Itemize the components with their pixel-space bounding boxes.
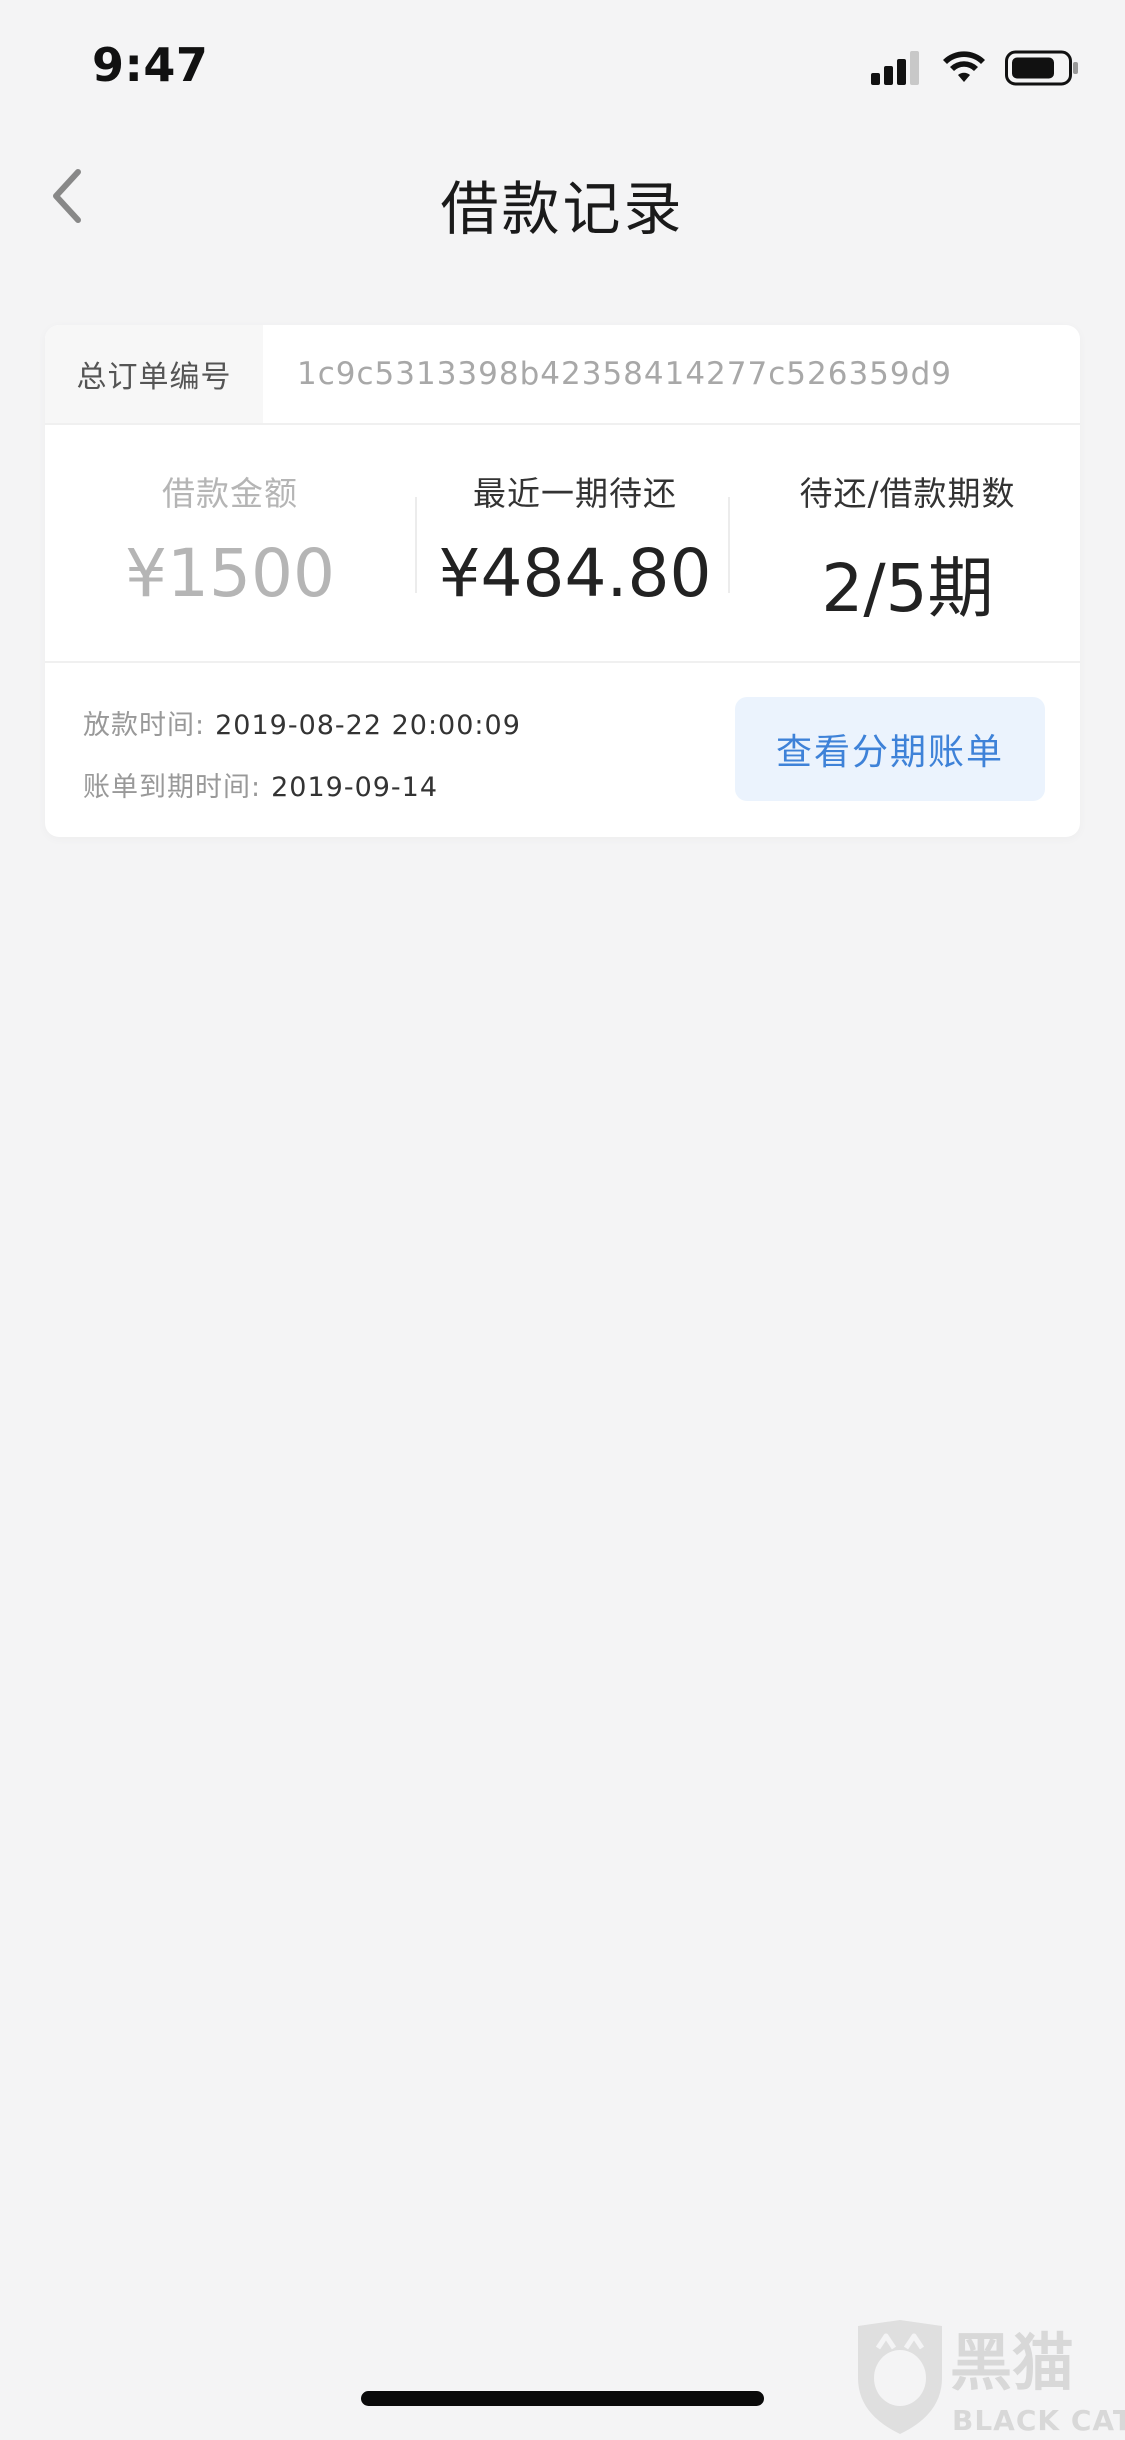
status-bar: 9:47 [0,0,1125,132]
due-date-label: 账单到期时间: [83,772,262,803]
disbursed-time-value: 2019-08-22 20:00:09 [215,710,521,741]
next-payment-value: ¥484.80 [438,535,712,612]
due-date-line: 账单到期时间: 2019-09-14 [83,765,438,804]
remaining-periods-value: 2/5期 [821,550,994,627]
due-date-value: 2019-09-14 [271,772,439,803]
disbursed-time-line: 放款时间: 2019-08-22 20:00:09 [83,703,521,742]
loan-amount-label: 借款金额 [162,474,298,513]
battery-icon [1005,50,1079,90]
next-payment-stat: 最近一期待还 ¥484.80 [415,425,735,661]
black-cat-watermark: 黑猫 BLACK CAT [850,2318,1125,2437]
loan-info-row: 放款时间: 2019-08-22 20:00:09 账单到期时间: 2019-09-… [45,663,1080,837]
nav-header: 借款记录 [0,132,1125,264]
signal-icon [871,51,923,89]
watermark-en: BLACK CAT [952,2404,1125,2436]
wifi-icon [941,51,987,89]
remaining-periods-stat: 待还/借款期数 2/5期 [735,425,1080,661]
loan-record-card: 总订单编号 1c9c5313398b42358414277c526359d9 借… [45,325,1080,837]
remaining-periods-label: 待还/借款期数 [799,474,1016,513]
loan-amount-stat: 借款金额 ¥1500 [45,425,415,661]
order-number-row: 总订单编号 1c9c5313398b42358414277c526359d9 [45,325,1080,425]
order-number-label: 总订单编号 [45,325,263,423]
next-payment-label: 最近一期待还 [473,474,677,513]
status-icons [871,50,1079,90]
stat-divider [728,497,730,593]
home-indicator[interactable] [361,2391,764,2406]
loan-amount-value: ¥1500 [125,535,335,612]
view-installments-button[interactable]: 查看分期账单 [735,697,1045,801]
loan-stats-row: 借款金额 ¥1500 最近一期待还 ¥484.80 待还/借款期数 2/5期 [45,425,1080,663]
status-time: 9:47 [92,38,209,92]
watermark-cn: 黑猫 [950,2326,1074,2399]
disbursed-time-label: 放款时间: [83,710,206,741]
page-title: 借款记录 [440,175,685,243]
order-number-value: 1c9c5313398b42358414277c526359d9 [297,356,953,392]
